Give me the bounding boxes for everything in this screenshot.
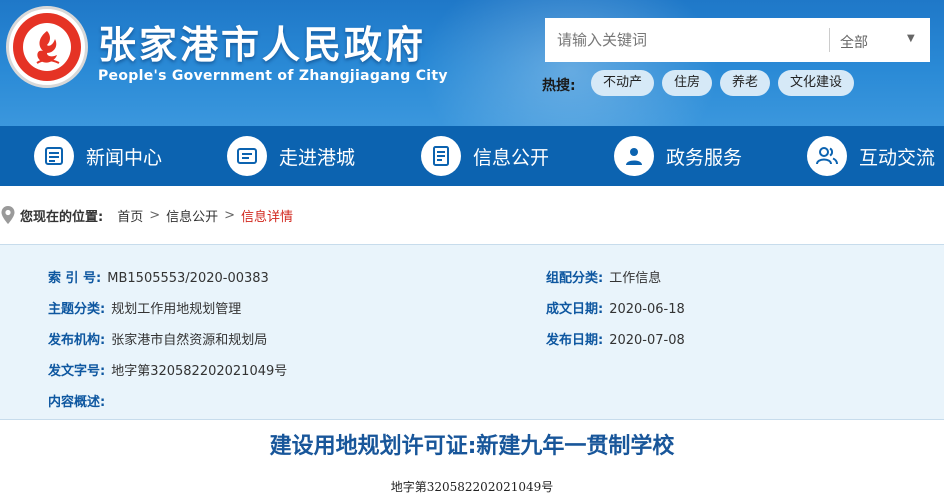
meta-publisher: 发布机构: 张家港市自然资源和规划局 — [48, 329, 267, 348]
meta-key: 成文日期: — [546, 302, 604, 317]
nav-label: 走进港城 — [279, 146, 356, 169]
chevron-down-icon[interactable]: ▼ — [907, 33, 915, 44]
nav-item-interaction[interactable]: 互动交流 — [807, 126, 935, 186]
nav-label: 互动交流 — [859, 146, 936, 169]
document-icon — [421, 136, 461, 176]
meta-key: 组配分类: — [546, 271, 604, 286]
breadcrumb-current: 信息详情 — [241, 209, 294, 225]
hot-tag[interactable]: 不动产 — [591, 70, 655, 96]
meta-key: 主题分类: — [48, 302, 106, 317]
city-card-icon — [227, 136, 267, 176]
hot-tag[interactable]: 住房 — [662, 70, 713, 96]
site-logo[interactable] — [6, 6, 88, 88]
search-scope-select[interactable]: 全部 — [840, 32, 868, 52]
nav-item-info[interactable]: 信息公开 — [421, 126, 549, 186]
service-person-icon — [614, 136, 654, 176]
main-nav: 新闻中心 走进港城 信息公开 政务服务 互动交流 — [0, 126, 944, 186]
meta-value: 张家港市自然资源和规划局 — [111, 333, 268, 348]
nav-item-services[interactable]: 政务服务 — [614, 126, 742, 186]
logo-emblem-icon — [36, 31, 60, 64]
hot-tag[interactable]: 文化建设 — [778, 70, 855, 96]
hot-search-tags: 不动产 住房 养老 文化建设 — [591, 70, 855, 96]
breadcrumb-separator: > — [149, 207, 161, 223]
meta-value: MB1505553/2020-00383 — [107, 271, 269, 286]
site-title: 张家港市人民政府 — [98, 23, 427, 67]
meta-value: 地字第320582202021049号 — [111, 364, 288, 379]
nav-item-city[interactable]: 走进港城 — [227, 126, 355, 186]
meta-published-date: 发布日期: 2020-07-08 — [546, 329, 685, 348]
breadcrumb-home-link[interactable]: 首页 — [117, 206, 143, 225]
search-divider — [829, 28, 830, 52]
nav-label: 新闻中心 — [86, 146, 163, 169]
people-icon — [807, 136, 847, 176]
meta-topic: 主题分类: 规划工作用地规划管理 — [48, 298, 241, 317]
hot-search-label: 热搜: — [542, 78, 576, 94]
meta-created-date: 成文日期: 2020-06-18 — [546, 298, 685, 317]
meta-doc-no: 发文字号: 地字第320582202021049号 — [48, 360, 287, 379]
site-subtitle: People's Government of Zhangjiagang City — [98, 68, 448, 84]
meta-key: 索 引 号: — [48, 271, 102, 286]
meta-value: 工作信息 — [609, 271, 662, 286]
newspaper-icon — [34, 136, 74, 176]
meta-key: 内容概述: — [48, 395, 106, 410]
meta-key: 发文字号: — [48, 364, 106, 379]
nav-label: 信息公开 — [473, 146, 550, 169]
breadcrumb-info-link[interactable]: 信息公开 — [166, 206, 218, 225]
meta-key: 发布机构: — [48, 333, 106, 348]
breadcrumb-separator: > — [224, 207, 236, 223]
breadcrumb: 您现在的位置: 首页 > 信息公开 > 信息详情 — [0, 205, 293, 225]
location-pin-icon — [1, 206, 15, 224]
hot-tag[interactable]: 养老 — [720, 70, 771, 96]
meta-value: 规划工作用地规划管理 — [111, 302, 242, 317]
search-box: 全部 ▼ — [545, 18, 930, 62]
article-title: 建设用地规划许可证:新建九年一贯制学校 — [269, 434, 675, 459]
site-header: 张家港市人民政府 People's Government of Zhangjia… — [0, 0, 944, 126]
meta-index-no: 索 引 号: MB1505553/2020-00383 — [48, 267, 269, 286]
meta-category: 组配分类: 工作信息 — [546, 267, 661, 286]
meta-key: 发布日期: — [546, 333, 604, 348]
search-input[interactable] — [545, 18, 827, 62]
nav-item-news[interactable]: 新闻中心 — [34, 126, 162, 186]
nav-label: 政务服务 — [666, 146, 743, 169]
breadcrumb-bar: 您现在的位置: 首页 > 信息公开 > 信息详情 — [0, 186, 944, 244]
meta-value: 2020-06-18 — [609, 302, 685, 317]
article-number: 地字第320582202021049号 — [390, 480, 554, 494]
breadcrumb-label: 您现在的位置: — [20, 209, 104, 225]
meta-summary: 内容概述: — [48, 391, 111, 410]
document-meta-panel: 索 引 号: MB1505553/2020-00383 组配分类: 工作信息 主题分… — [0, 244, 944, 420]
meta-value: 2020-07-08 — [609, 333, 685, 348]
